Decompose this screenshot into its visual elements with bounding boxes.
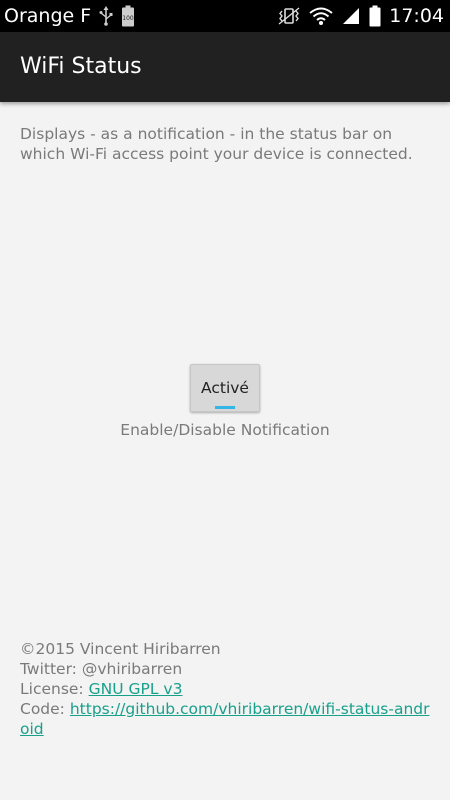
status-bar: Orange F 100 17:04 [0, 0, 450, 32]
wifi-icon [309, 6, 333, 26]
clock: 17:04 [389, 5, 444, 27]
license-link[interactable]: GNU GPL v3 [89, 680, 183, 698]
twitter-handle: Twitter: @vhiribarren [20, 660, 183, 678]
status-bar-left: Orange F 100 [4, 0, 135, 32]
carrier-name: Orange F [4, 5, 92, 27]
notification-toggle-button[interactable]: Activé [190, 364, 260, 412]
code-prefix: Code: [20, 700, 70, 718]
license-line: License: GNU GPL v3 [20, 679, 432, 699]
app-description: Displays - as a notification - in the st… [20, 125, 413, 163]
copyright-text: ©2015 Vincent Hiribarren [20, 640, 221, 658]
signal-icon [341, 6, 361, 26]
license-prefix: License: [20, 680, 89, 698]
toggle-label: Activé [201, 379, 249, 397]
vibrate-icon [277, 6, 301, 26]
footer-credits: ©2015 Vincent Hiribarren Twitter: @vhiri… [20, 639, 432, 739]
battery-full-icon: 100 [121, 5, 135, 27]
toggle-caption: Enable/Disable Notification [120, 421, 330, 439]
status-bar-right: 17:04 [277, 0, 444, 32]
code-line: Code: https://github.com/vhiribarren/wif… [20, 699, 432, 739]
code-repository-link[interactable]: https://github.com/vhiribarren/wifi-stat… [20, 700, 430, 738]
battery-icon [369, 5, 381, 27]
toggle-on-indicator [215, 406, 235, 409]
app-title: WiFi Status [20, 53, 142, 79]
app-bar: WiFi Status [0, 32, 450, 102]
usb-icon [99, 6, 113, 26]
battery-level-text: 100 [122, 15, 134, 22]
